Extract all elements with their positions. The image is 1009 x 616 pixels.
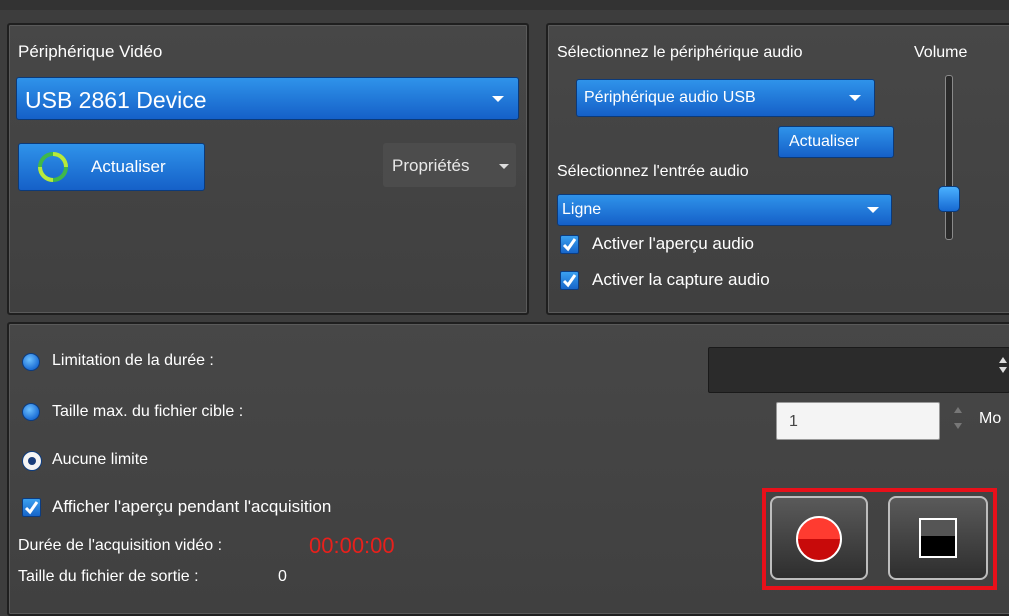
chevron-down-icon [499,164,509,169]
record-icon [796,516,842,562]
spinner-down-icon[interactable] [954,423,962,429]
max-size-radio[interactable] [22,403,40,421]
volume-slider[interactable] [937,75,961,240]
duration-limit-input[interactable] [708,347,1009,393]
audio-device-label: Sélectionnez le périphérique audio [557,44,803,61]
audio-refresh-label: Actualiser [789,133,860,150]
spinner-up-icon[interactable] [954,407,962,413]
volume-label: Volume [914,44,968,61]
duration-limit-label: Limitation de la durée : [52,352,214,369]
acq-duration-label: Durée de l'acquisition vidéo : [18,537,223,554]
enable-audio-capture-checkbox[interactable]: Activer la capture audio [560,270,830,292]
spinner-down-icon[interactable] [999,367,1007,373]
stop-icon [919,518,957,558]
max-size-value: 1 [789,413,798,430]
duration-limit-radio[interactable] [22,353,40,371]
max-size-label: Taille max. du fichier cible : [52,403,244,420]
chevron-down-icon [867,207,879,213]
video-refresh-label: Actualiser [91,157,166,176]
audio-input-label: Sélectionnez l'entrée audio [557,163,749,180]
volume-slider-thumb[interactable] [938,186,960,213]
record-button[interactable] [770,496,868,580]
properties-button[interactable]: Propriétés [383,143,516,187]
no-limit-radio[interactable] [22,451,42,471]
radio-selected-dot [28,457,36,465]
spinner-up-icon[interactable] [999,357,1007,363]
video-device-title: Périphérique Vidéo [18,42,163,61]
properties-label: Propriétés [392,156,470,175]
output-size-value: 0 [278,568,287,585]
checkbox-checked-icon [560,235,579,254]
show-preview-checkbox[interactable]: Afficher l'aperçu pendant l'acquisition [22,497,422,519]
refresh-icon [38,152,68,182]
max-size-unit: Mo [979,410,1002,427]
stop-button[interactable] [888,496,988,580]
enable-audio-capture-label: Activer la capture audio [592,270,770,289]
audio-refresh-button[interactable]: Actualiser [778,126,894,158]
acq-duration-value: 00:00:00 [309,533,395,558]
output-size-label: Taille du fichier de sortie : [18,568,199,585]
audio-input-dropdown[interactable]: Ligne [557,194,892,226]
audio-device-dropdown[interactable]: Périphérique audio USB [576,79,875,117]
video-device-value: USB 2861 Device [25,87,207,113]
no-limit-label: Aucune limite [52,451,149,468]
checkbox-checked-icon [22,498,41,517]
video-refresh-button[interactable]: Actualiser [18,143,205,191]
chevron-down-icon [849,95,861,101]
show-preview-label: Afficher l'aperçu pendant l'acquisition [52,497,332,516]
enable-audio-preview-label: Activer l'aperçu audio [592,234,754,253]
top-border [0,0,1009,10]
video-device-dropdown[interactable]: USB 2861 Device [16,77,519,120]
audio-device-value: Périphérique audio USB [584,89,756,106]
checkbox-checked-icon [560,271,579,290]
max-size-input[interactable]: 1 [776,402,940,440]
chevron-down-icon [492,96,504,102]
audio-input-value: Ligne [562,201,602,218]
enable-audio-preview-checkbox[interactable]: Activer l'aperçu audio [560,234,820,256]
volume-slider-track [945,75,953,240]
